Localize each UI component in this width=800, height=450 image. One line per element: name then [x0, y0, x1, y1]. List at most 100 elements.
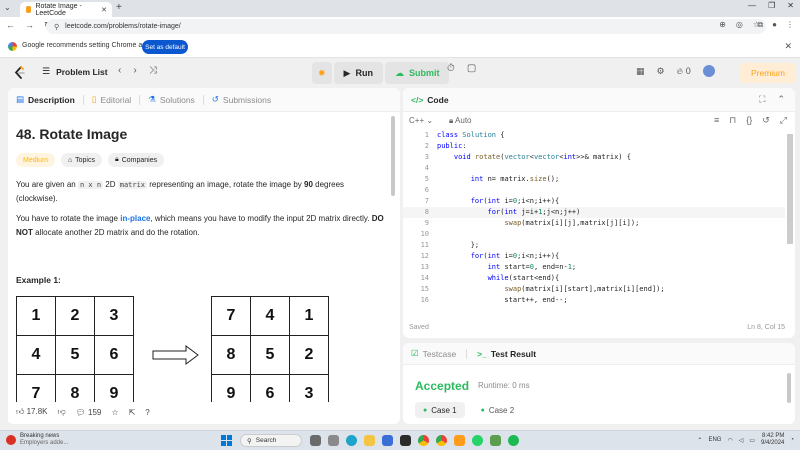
tab-test-result[interactable]: >_ Test Result: [477, 349, 536, 359]
next-problem-icon[interactable]: ›: [133, 65, 136, 76]
auto-mode[interactable]: 🔒︎ Auto: [449, 116, 472, 126]
tab-testcase[interactable]: ☑ Testcase: [411, 348, 456, 359]
format-icon[interactable]: ≡: [714, 115, 719, 126]
like-button[interactable]: 👍︎ 17.8K: [16, 407, 48, 417]
test-panel-scrollbar[interactable]: [787, 373, 791, 403]
battery-icon[interactable]: ▭: [749, 437, 755, 444]
notes-icon[interactable]: ▢: [467, 63, 476, 74]
profile-icon[interactable]: ●: [772, 20, 777, 30]
leetcode-logo-icon[interactable]: [14, 66, 26, 80]
store-icon[interactable]: [382, 435, 393, 446]
bookmark-icon[interactable]: ⊓: [729, 115, 736, 126]
settings-gear-icon[interactable]: ⚙: [657, 66, 665, 77]
minimize-icon[interactable]: —: [748, 1, 756, 10]
in-place-link[interactable]: in-place: [120, 214, 150, 223]
comments-button[interactable]: 💬︎ 159: [76, 408, 102, 417]
wifi-icon[interactable]: ◠: [727, 437, 732, 444]
new-tab-icon[interactable]: +: [116, 2, 122, 13]
description-scrollbar[interactable]: [391, 116, 395, 196]
news-widget[interactable]: Breaking news Employers adde...: [6, 433, 68, 447]
collapse-panel-icon[interactable]: ⌃: [777, 94, 785, 105]
braces-icon[interactable]: {}: [746, 115, 752, 126]
language-indicator[interactable]: ENG: [708, 437, 721, 443]
code-line[interactable]: 3 void rotate(vector<vector<int>>& matri…: [403, 152, 785, 163]
debug-button[interactable]: ✹: [312, 62, 332, 84]
set-default-button[interactable]: Set as default: [142, 40, 188, 54]
code-line[interactable]: 5 int n= matrix.size();: [403, 174, 785, 185]
site-info-icon[interactable]: ⚲: [54, 23, 59, 31]
topics-tag[interactable]: ⌂ Topics: [60, 153, 102, 167]
avatar[interactable]: [702, 65, 715, 77]
code-line[interactable]: 15 swap(matrix[i][start],matrix[i][end])…: [403, 284, 785, 295]
tab-search-icon[interactable]: ⌄: [4, 3, 11, 12]
favorite-star-icon[interactable]: ☆: [111, 408, 118, 417]
maximize-panel-icon[interactable]: ⛶: [759, 94, 765, 105]
case-1-tab[interactable]: ● Case 1: [415, 402, 465, 418]
whatsapp-icon[interactable]: [472, 435, 483, 446]
submit-button[interactable]: ☁ Submit: [384, 62, 450, 84]
tab-editorial[interactable]: ▯ Editorial: [92, 94, 139, 105]
taskbar-search[interactable]: ⚲ Search: [240, 434, 302, 447]
language-select[interactable]: C++ ⌄: [409, 116, 433, 125]
edge-icon[interactable]: [346, 435, 357, 446]
file-explorer-icon[interactable]: [364, 435, 375, 446]
task-view-icon[interactable]: [328, 435, 339, 446]
editor-scrollbar[interactable]: [787, 134, 793, 244]
prev-problem-icon[interactable]: ‹: [118, 65, 121, 76]
close-infobar-icon[interactable]: ✕: [784, 41, 792, 52]
windows-start-icon[interactable]: [221, 435, 232, 446]
code-line[interactable]: 12 for(int i=0;i<n;i++){: [403, 251, 785, 262]
spotify-icon[interactable]: [508, 435, 519, 446]
volume-icon[interactable]: ◁: [739, 437, 744, 444]
tab-description[interactable]: ▤ Description: [16, 94, 83, 105]
code-editor[interactable]: 1 class Solution {2 public: 3 void rotate(v…: [403, 130, 785, 312]
page-title[interactable]: 48. Rotate Image: [16, 126, 127, 142]
notification-icon[interactable]: ◔: [790, 437, 794, 443]
app-icon[interactable]: [400, 435, 411, 446]
code-line[interactable]: 14 while(start<end){: [403, 273, 785, 284]
forward-icon[interactable]: →: [25, 20, 34, 31]
shuffle-icon[interactable]: ⤨: [149, 65, 157, 76]
code-line[interactable]: 1 class Solution {: [403, 130, 785, 141]
code-line[interactable]: 6: [403, 185, 785, 196]
browser-tab[interactable]: Rotate Image - LeetCode ✕: [20, 2, 112, 17]
companies-tag[interactable]: 🔒︎ Companies: [107, 153, 165, 167]
code-line[interactable]: 2 public:: [403, 141, 785, 152]
reset-icon[interactable]: ↺: [762, 115, 770, 126]
problem-list-link[interactable]: ☰ Problem List: [42, 66, 108, 77]
streak[interactable]: 🔥︎ 0: [677, 66, 691, 77]
extensions-icon[interactable]: ⧉: [757, 20, 763, 30]
address-bar[interactable]: ⚲ leetcode.com/problems/rotate-image/: [46, 19, 766, 34]
code-line[interactable]: 11 };: [403, 240, 785, 251]
clock[interactable]: 8:42 PM 9/4/2024: [761, 433, 784, 447]
eye-off-icon[interactable]: ◎: [736, 20, 743, 29]
maximize-icon[interactable]: ❐: [768, 1, 775, 10]
premium-button[interactable]: Premium: [740, 63, 796, 83]
kebab-menu-icon[interactable]: ⋮: [786, 20, 794, 30]
code-line[interactable]: 16 start++, end--;: [403, 295, 785, 306]
code-line[interactable]: 13 int start=0, end=n-1;: [403, 262, 785, 273]
code-line[interactable]: 7 for(int i=0;i<n;i++){: [403, 196, 785, 207]
widgets-icon[interactable]: [310, 435, 321, 446]
code-line[interactable]: 9 swap(matrix[i][j],matrix[j][i]);: [403, 218, 785, 229]
timer-icon[interactable]: ⏱: [447, 63, 455, 74]
chrome-icon[interactable]: [436, 435, 447, 446]
back-icon[interactable]: ←: [6, 20, 15, 31]
chevron-up-icon[interactable]: ⌃: [697, 437, 702, 444]
code-line[interactable]: 4: [403, 163, 785, 174]
app-icon[interactable]: [454, 435, 465, 446]
thumbs-down-icon[interactable]: 👎︎: [58, 407, 66, 417]
app-icon[interactable]: [490, 435, 501, 446]
case-2-tab[interactable]: ● Case 2: [473, 402, 523, 418]
close-window-icon[interactable]: ✕: [787, 1, 794, 10]
zoom-icon[interactable]: ⊕: [719, 20, 726, 29]
run-button[interactable]: ▶ Run: [333, 62, 383, 84]
fullscreen-icon[interactable]: ⤢: [780, 115, 787, 126]
layout-icon[interactable]: ▦: [636, 66, 645, 77]
help-icon[interactable]: ?: [145, 408, 149, 417]
chrome-icon[interactable]: [418, 435, 429, 446]
close-tab-icon[interactable]: ✕: [101, 6, 107, 14]
tab-submissions[interactable]: ↺ Submissions: [212, 94, 279, 105]
code-line[interactable]: 10: [403, 229, 785, 240]
share-icon[interactable]: ⇱: [129, 408, 136, 417]
